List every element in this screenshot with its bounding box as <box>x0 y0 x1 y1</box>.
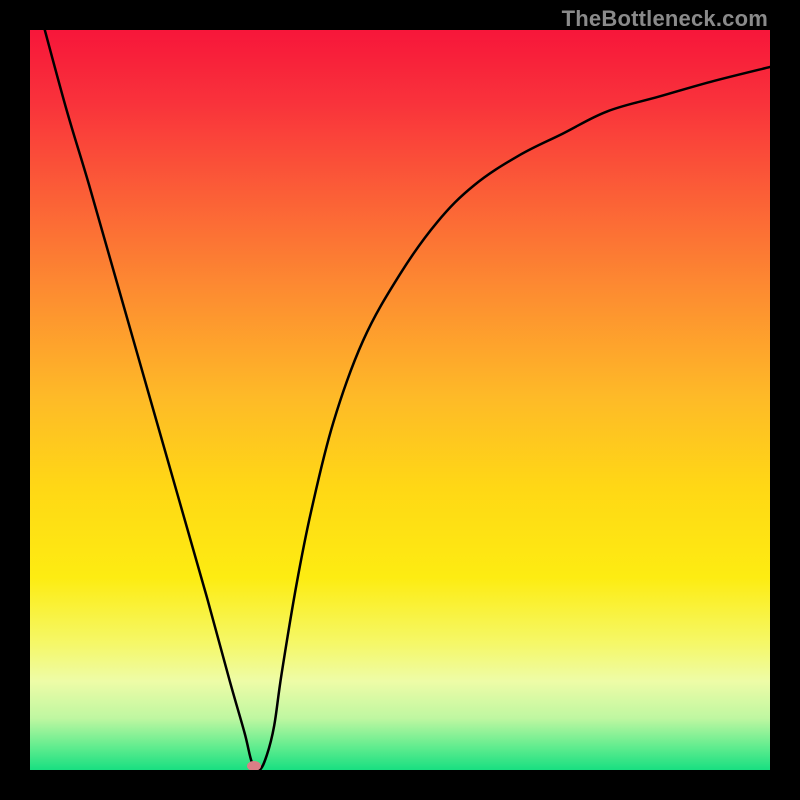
watermark-text: TheBottleneck.com <box>562 6 768 32</box>
plot-area <box>30 30 770 770</box>
minimum-marker <box>247 761 261 770</box>
curve-line <box>30 30 770 770</box>
chart-frame: TheBottleneck.com <box>0 0 800 800</box>
